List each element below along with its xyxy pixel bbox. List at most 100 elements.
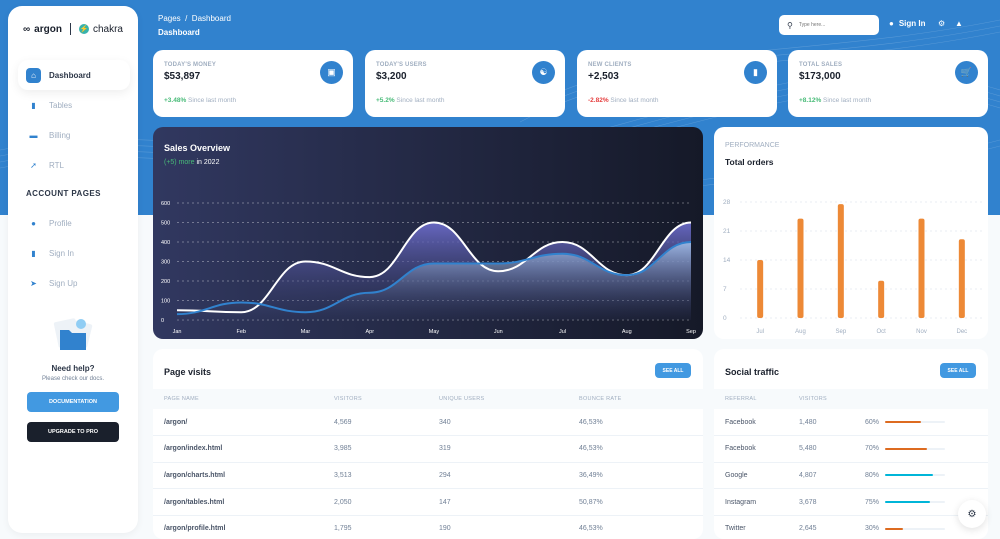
x-tick-label: Apr bbox=[365, 329, 374, 335]
notification-bell-icon[interactable]: ▲ bbox=[955, 19, 963, 28]
column-header: VISITORS bbox=[788, 389, 854, 409]
x-tick-label: Feb bbox=[237, 329, 246, 335]
bounce-rate-cell: 36,49% bbox=[568, 462, 703, 490]
document-icon: ▮ bbox=[31, 248, 36, 258]
stat-value: $3,200 bbox=[376, 71, 407, 82]
bar[interactable] bbox=[757, 260, 764, 318]
sidebar-nav: ⌂ Dashboard ▮ Tables ▬ Billing ➚ RTL ACC… bbox=[18, 60, 130, 298]
x-tick-label: Sep bbox=[835, 329, 846, 335]
stat-change: -2.82% Since last month bbox=[588, 97, 658, 104]
bar[interactable] bbox=[958, 239, 965, 318]
sidebar-item-dashboard[interactable]: ⌂ Dashboard bbox=[18, 60, 130, 90]
visitors-cell: 4,807 bbox=[788, 462, 854, 490]
column-header: PAGE NAME bbox=[153, 389, 323, 409]
settings-fab-button[interactable]: ⚙ bbox=[958, 500, 986, 528]
sidebar-item-rtl[interactable]: ➚ RTL bbox=[18, 150, 130, 180]
progress-bar-fill bbox=[885, 527, 903, 530]
progress-cell: 80% bbox=[854, 462, 988, 490]
y-tick-label: 300 bbox=[161, 260, 170, 266]
x-tick-label: Jul bbox=[559, 329, 566, 335]
sales-highlight: (+5) more bbox=[164, 159, 195, 166]
table-header-row: REFERRAL VISITORS bbox=[714, 389, 988, 409]
progress-bar-fill bbox=[885, 501, 930, 504]
page-visits-title: Page visits bbox=[164, 367, 212, 377]
sidebar-item-billing[interactable]: ▬ Billing bbox=[18, 120, 130, 150]
table-row[interactable]: Twitter 2,645 30% bbox=[714, 515, 988, 539]
table-row[interactable]: Google 4,807 80% bbox=[714, 462, 988, 490]
percent-label: 80% bbox=[865, 471, 880, 479]
stat-card-todays-users: TODAY'S USERS $3,200 +5.2% Since last mo… bbox=[365, 50, 565, 117]
stat-value: $173,000 bbox=[799, 71, 841, 82]
sidebar-item-label: Billing bbox=[49, 130, 71, 140]
x-tick-label: Oct bbox=[876, 329, 886, 335]
sign-in-link[interactable]: ● Sign In bbox=[889, 19, 926, 28]
y-tick-label: 600 bbox=[161, 201, 170, 207]
bar[interactable] bbox=[797, 218, 804, 318]
stat-change-percent: +8.12% bbox=[799, 97, 822, 104]
table-row[interactable]: Facebook 1,480 60% bbox=[714, 409, 988, 437]
table-row[interactable]: /argon/index.html 3,985 319 46,53% bbox=[153, 435, 703, 463]
settings-gear-icon[interactable]: ⚙ bbox=[938, 19, 945, 28]
table-row[interactable]: /argon/charts.html 3,513 294 36,49% bbox=[153, 462, 703, 490]
table-row[interactable]: Instagram 3,678 75% bbox=[714, 488, 988, 516]
bar-chart-icon: ▮ bbox=[31, 100, 36, 110]
stat-card-todays-money: TODAY'S MONEY $53,897 +3.48% Since last … bbox=[153, 50, 353, 117]
help-title: Need help? bbox=[51, 364, 95, 373]
bounce-rate-cell: 46,53% bbox=[568, 515, 703, 539]
x-tick-label: Sep bbox=[686, 329, 696, 335]
wallet-icon: ▣ bbox=[320, 61, 343, 84]
social-traffic-table: REFERRAL VISITORS Facebook 1,480 60% Facebo… bbox=[714, 389, 988, 539]
stat-change-suffix: Since last month bbox=[821, 97, 872, 104]
y-tick-label: 0 bbox=[161, 318, 164, 324]
x-tick-label: Dec bbox=[956, 329, 967, 335]
stat-change-percent: -2.82% bbox=[588, 97, 609, 104]
bar[interactable] bbox=[837, 204, 844, 318]
percent-label: 70% bbox=[865, 445, 880, 453]
column-header: VISITORS bbox=[323, 389, 428, 409]
folder-illustration-icon bbox=[48, 316, 98, 356]
social-traffic-see-all-button[interactable]: SEE ALL bbox=[940, 363, 976, 378]
search-box[interactable]: ⚲ bbox=[779, 15, 879, 35]
social-traffic-title: Social traffic bbox=[725, 367, 780, 377]
y-tick-label: 28 bbox=[723, 199, 731, 206]
social-traffic-card: Social traffic SEE ALL REFERRAL VISITORS… bbox=[714, 349, 988, 539]
stat-change: +3.48% Since last month bbox=[164, 97, 236, 104]
bounce-rate-cell: 50,87% bbox=[568, 488, 703, 516]
progress-wrapper: 70% bbox=[865, 445, 988, 452]
stat-change-percent: +3.48% bbox=[164, 97, 187, 104]
sidebar-item-label: RTL bbox=[49, 160, 64, 170]
x-tick-label: May bbox=[429, 329, 440, 335]
sign-in-label: Sign In bbox=[898, 19, 926, 28]
documentation-button[interactable]: DOCUMENTATION bbox=[27, 392, 119, 412]
referral-cell: Facebook bbox=[714, 409, 788, 437]
brand-logo[interactable]: ∞ argon ⚡ chakra bbox=[8, 10, 138, 48]
y-tick-label: 400 bbox=[161, 240, 170, 246]
sidebar-item-profile[interactable]: ● Profile bbox=[18, 208, 130, 238]
x-tick-label: Mar bbox=[301, 329, 311, 335]
table-row[interactable]: Facebook 5,480 70% bbox=[714, 435, 988, 463]
y-tick-label: 14 bbox=[723, 257, 731, 264]
sidebar-item-tables[interactable]: ▮ Tables bbox=[18, 90, 130, 120]
table-row[interactable]: /argon/profile.html 1,795 190 46,53% bbox=[153, 515, 703, 539]
y-tick-label: 21 bbox=[723, 228, 731, 235]
visitors-cell: 3,513 bbox=[323, 462, 428, 490]
breadcrumb[interactable]: Pages / Dashboard bbox=[158, 14, 231, 23]
upgrade-to-pro-button[interactable]: UPGRADE TO PRO bbox=[27, 422, 119, 442]
sidebar-item-sign-in[interactable]: ▮ Sign In bbox=[18, 238, 130, 268]
bar[interactable] bbox=[878, 280, 885, 318]
stat-label: TODAY'S MONEY bbox=[164, 62, 217, 68]
progress-bar bbox=[885, 527, 945, 530]
search-input[interactable] bbox=[798, 22, 869, 28]
visitors-cell: 2,645 bbox=[788, 515, 854, 539]
stat-change: +5.2% Since last month bbox=[376, 97, 444, 104]
referral-cell: Twitter bbox=[714, 515, 788, 539]
bar[interactable] bbox=[918, 218, 925, 318]
sidebar-item-label: Dashboard bbox=[49, 70, 91, 80]
table-row[interactable]: /argon/tables.html 2,050 147 50,87% bbox=[153, 488, 703, 516]
page-title: Dashboard bbox=[158, 28, 200, 37]
sidebar-item-sign-up[interactable]: ➤ Sign Up bbox=[18, 268, 130, 298]
table-row[interactable]: /argon/4,569 340 46,53% bbox=[153, 409, 703, 437]
page-visits-see-all-button[interactable]: SEE ALL bbox=[655, 363, 691, 378]
unique-users-cell: 147 bbox=[428, 488, 568, 516]
x-tick-label: Aug bbox=[795, 329, 806, 335]
